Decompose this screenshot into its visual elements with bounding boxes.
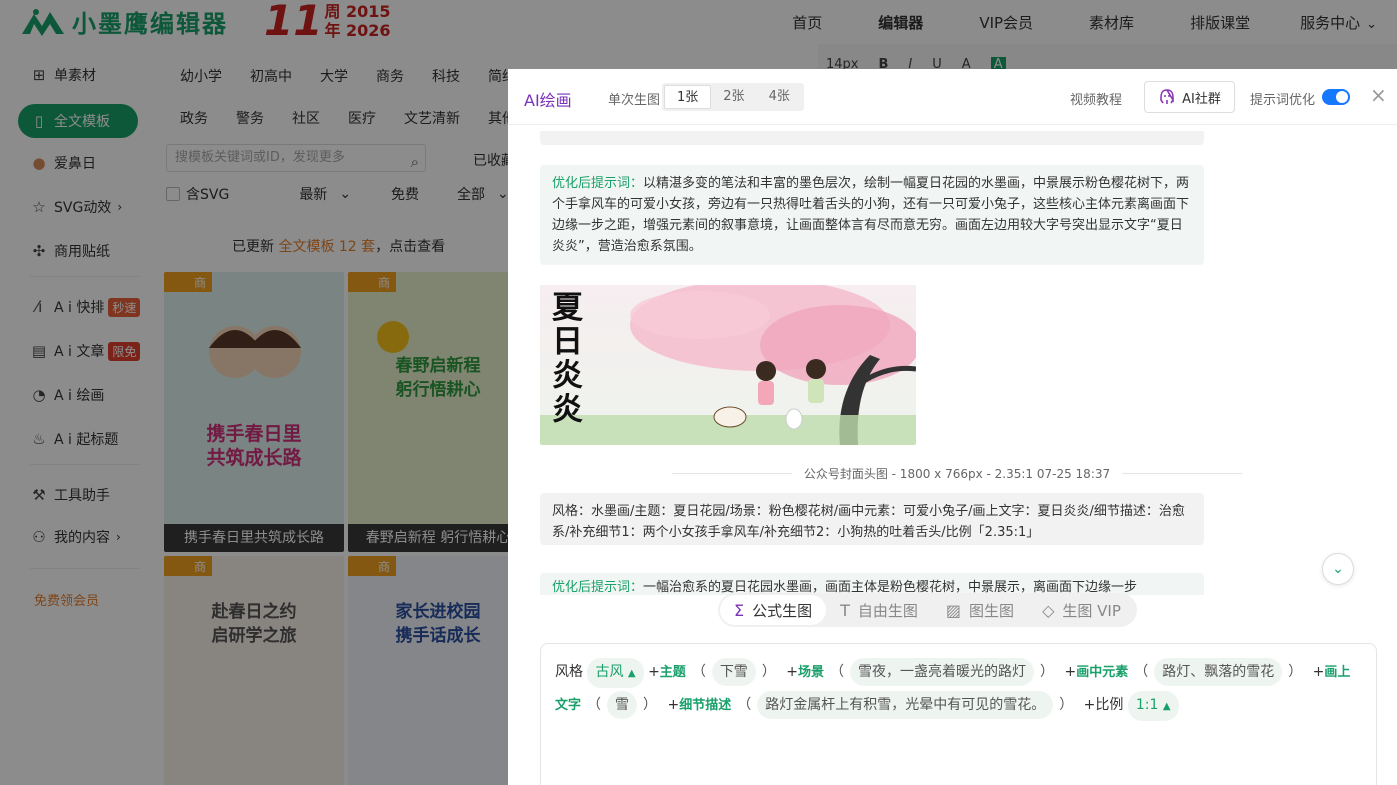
prompt-optimize-toggle[interactable] [1322, 89, 1350, 105]
optimized-prompt-text: 以精湛多变的笔法和丰富的墨色层次，绘制一幅夏日花园的水墨画，中景展示粉色樱花树下… [552, 176, 1190, 254]
mode-tabs: Σ 公式生图 T 自由生图 ▨ 图生图 ◇ 生图 VIP [718, 593, 1137, 627]
tab-label: 图生图 [969, 601, 1015, 620]
ai-painting-panel: AI绘画 单次生图 1张 2张 4张 视频教程 AI社群 提示词优化 × 优化后… [508, 69, 1397, 785]
scene-label: 场景 [798, 665, 825, 680]
detail-value[interactable]: 路灯金属杆上有积雪，光晕中有可见的雪花。 [757, 691, 1054, 719]
optimized-prompt-tag: 优化后提示词： [552, 580, 644, 595]
gen-count-4[interactable]: 4张 [757, 85, 802, 109]
ai-community-button[interactable]: AI社群 [1144, 81, 1235, 113]
element-label: 画中元素 [1076, 665, 1129, 680]
text-icon: T [840, 600, 850, 620]
sigma-icon: Σ [734, 600, 745, 620]
close-icon[interactable]: × [1370, 85, 1387, 105]
ink-painting-image [540, 285, 916, 445]
tab-vip[interactable]: ◇ 生图 VIP [1028, 595, 1135, 625]
tab-img2img[interactable]: ▨ 图生图 [932, 595, 1028, 625]
optimized-prompt-message-2: 优化后提示词：一幅治愈系的夏日花园水墨画，画面主体是粉色樱花树，中景展示，离画面… [540, 573, 1204, 595]
gen-count-segmented: 1张 2张 4张 [662, 83, 804, 111]
ai-community-label: AI社群 [1182, 91, 1221, 107]
scene-value[interactable]: 雪夜，一盏亮着暖光的路灯 [850, 658, 1035, 686]
theme-value[interactable]: 下雪 [711, 658, 756, 686]
diamond-icon: ◇ [1042, 600, 1055, 620]
image-meta: 公众号封面头图 - 1800 x 766px - 2.35:1 07-25 18… [672, 465, 1242, 482]
text-value[interactable]: 雪 [607, 691, 638, 719]
optimized-prompt-tag: 优化后提示词： [552, 176, 644, 191]
element-value[interactable]: 路灯、飘落的雪花 [1154, 658, 1283, 686]
theme-label: 主题 [659, 665, 686, 680]
style-value: 古风 [595, 664, 624, 680]
video-tutorial-link[interactable]: 视频教程 [1070, 89, 1122, 108]
formula-input[interactable]: 风格 古风 ▲ +主题（下雪） +场景（雪夜，一盏亮着暖光的路灯） +画中元素（… [540, 643, 1377, 785]
tab-free[interactable]: T 自由生图 [826, 595, 932, 625]
user-prompt-message: 风格：水墨画/主题：夏日花园/场景：粉色樱花树/画中元素：可爱小兔子/画上文字：… [540, 493, 1204, 545]
image-overlay-text: 夏日炎炎 [552, 290, 583, 428]
ratio-select[interactable]: 1:1 ▲ [1127, 691, 1179, 721]
panel-header: AI绘画 单次生图 1张 2张 4张 视频教程 AI社群 提示词优化 × [508, 69, 1397, 125]
scroll-down-icon[interactable]: ⌄ [1322, 553, 1354, 585]
caret-up-icon: ▲ [627, 668, 636, 679]
image-icon: ▨ [945, 600, 962, 620]
tab-label: 公式生图 [752, 601, 813, 620]
optimized-prompt-message: 优化后提示词：以精湛多变的笔法和丰富的墨色层次，绘制一幅夏日花园的水墨画，中景展… [540, 165, 1204, 265]
style-label: 风格 [555, 664, 583, 680]
detail-label: 细节描述 [679, 698, 732, 713]
previous-message-edge [540, 131, 1204, 145]
tab-label: 生图 VIP [1062, 601, 1121, 620]
gen-count-label: 单次生图 [608, 93, 661, 108]
panel-title: AI绘画 [524, 91, 572, 110]
ratio-value: 1:1 [1135, 697, 1159, 713]
ratio-label: 比例 [1095, 697, 1124, 713]
gen-count-2[interactable]: 2张 [711, 85, 756, 109]
generated-image[interactable]: 夏日炎炎 [540, 285, 916, 445]
tab-formula[interactable]: Σ 公式生图 [720, 595, 827, 625]
octopus-icon [1160, 89, 1174, 104]
style-select[interactable]: 古风 ▲ [587, 658, 644, 688]
caret-up-icon: ▲ [1162, 701, 1171, 712]
gen-count-1[interactable]: 1张 [664, 85, 712, 109]
tab-label: 自由生图 [857, 601, 918, 620]
prompt-optimize-label: 提示词优化 [1250, 93, 1316, 108]
